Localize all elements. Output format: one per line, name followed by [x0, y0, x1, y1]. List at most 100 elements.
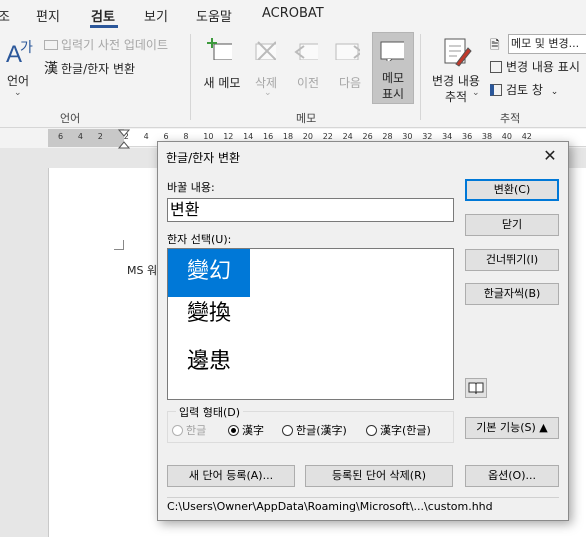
char-by-char-button[interactable]: 한글자씩(B) — [465, 283, 559, 305]
radio-hanja[interactable]: 漢字 — [228, 422, 264, 438]
language-group-label: 언어 — [60, 112, 81, 125]
indent-marker-icon[interactable] — [118, 129, 130, 149]
ruler-number: 18 — [282, 132, 294, 141]
track-changes-label-line1: 변경 내용 — [432, 74, 480, 88]
document-text[interactable]: MS 워 — [127, 262, 157, 278]
svg-text:가: 가 — [20, 40, 33, 56]
delete-word-button[interactable]: 등록된 단어 삭제(R) — [305, 465, 453, 487]
hanja-option[interactable]: 邊患 — [168, 339, 250, 387]
tab-view[interactable]: 보기 — [144, 6, 168, 25]
tab-mailings-partial[interactable]: 조 — [0, 6, 10, 25]
tracking-group-label: 추적 — [500, 112, 521, 125]
ribbon-tab-bar: 조 편지 검토 보기 도움말 ACROBAT — [0, 0, 586, 30]
radio-circle — [172, 425, 183, 436]
ruler-number: 32 — [422, 132, 433, 141]
memo-group-label: 메모 — [296, 112, 317, 125]
chevron-down-icon: ⌄ — [472, 88, 480, 98]
dictionary-button[interactable] — [465, 378, 487, 398]
show-markup-button[interactable]: 변경 내용 표시 — [490, 58, 580, 75]
book-icon — [468, 382, 484, 395]
track-changes-icon — [444, 38, 472, 67]
radio-hangul[interactable]: 한글 — [172, 422, 206, 438]
ruler-number: 38 — [481, 132, 493, 141]
basic-features-button[interactable]: 기본 기능(S) ▲ — [465, 417, 559, 439]
radio-hangul-hanja[interactable]: 한글(漢字) — [282, 422, 347, 438]
ruler-number: 8 — [183, 132, 189, 141]
show-memo-button[interactable]: 메모 표시 — [372, 32, 414, 104]
next-memo-label: 다음 — [338, 76, 362, 90]
markup-select[interactable]: 🗎 메모 및 변경... — [490, 34, 586, 54]
tab-help[interactable]: 도움말 — [196, 6, 232, 25]
dialog-title: 한글/한자 변환 — [166, 151, 241, 165]
hanja-icon: 漢 — [44, 61, 58, 77]
hangul-hanja-button[interactable]: 漢 한글/한자 변환 — [44, 58, 135, 78]
group-divider — [190, 34, 191, 120]
close-button[interactable]: 닫기 — [465, 214, 559, 236]
tab-acrobat[interactable]: ACROBAT — [262, 6, 324, 21]
review-pane-icon — [490, 84, 502, 96]
new-memo-label: 새 메모 — [203, 76, 241, 90]
dictionary-path: C:\Users\Owner\AppData\Roaming\Microsoft… — [167, 497, 559, 515]
radio-hanja-hangul[interactable]: 漢字(한글) — [366, 422, 431, 438]
options-button[interactable]: 옵션(O)... — [465, 465, 559, 487]
dictionary-update-icon — [44, 40, 58, 50]
hangul-hanja-dialog: 한글/한자 변환 ✕ 바꿀 내용: 변환 한자 선택(U): 變幻 變換 邊患 … — [157, 141, 569, 521]
ruler-number: 12 — [223, 132, 234, 141]
radio-dot — [231, 428, 236, 433]
new-comment-icon — [207, 38, 232, 60]
delete-memo-button[interactable]: 삭제 ⌄ — [246, 34, 286, 104]
ruler-number: 6 — [58, 132, 64, 141]
previous-memo-label: 이전 — [296, 76, 320, 90]
new-word-button[interactable]: 새 단어 등록(A)... — [167, 465, 295, 487]
input-form-label: 입력 형태(D) — [176, 404, 244, 420]
radio-circle — [282, 425, 293, 436]
show-markup-icon — [490, 61, 502, 73]
ruler-number: 4 — [143, 132, 149, 141]
ruler-number: 42 — [521, 132, 532, 141]
ruler-number: 16 — [263, 132, 274, 141]
replace-input[interactable]: 변환 — [167, 198, 454, 222]
show-memo-label-line2: 표시 — [381, 87, 405, 101]
ruler-number: 20 — [302, 132, 313, 141]
group-divider — [420, 34, 421, 120]
ruler-number: 40 — [501, 132, 512, 141]
ruler-number: 10 — [203, 132, 214, 141]
ruler-number: 34 — [442, 132, 453, 141]
previous-comment-icon — [294, 43, 318, 60]
skip-button[interactable]: 건너뛰기(I) — [465, 249, 559, 271]
chevron-down-icon: ⌄ — [264, 88, 272, 98]
ruler-number: 6 — [163, 132, 169, 141]
ruler-number: 28 — [382, 132, 393, 141]
hanja-option[interactable]: 變換 — [168, 291, 250, 339]
update-ime-button[interactable]: 입력기 사전 업데이트 — [44, 36, 168, 53]
hanja-listbox[interactable]: 變幻 變換 邊患 — [167, 248, 454, 400]
ruler-number: 14 — [243, 132, 254, 141]
hanja-option[interactable]: 變幻 — [168, 249, 250, 297]
language-button[interactable]: A 가 언어 ⌄ — [2, 34, 34, 104]
tab-review[interactable]: 검토 — [91, 6, 115, 25]
markup-icon: 🗎 — [490, 38, 500, 52]
convert-button[interactable]: 변환(C) — [465, 179, 559, 201]
radio-circle — [366, 425, 377, 436]
ruler-number: 26 — [362, 132, 373, 141]
ruler-number: 4 — [77, 132, 83, 141]
ruler-number: 24 — [342, 132, 353, 141]
input-form-group: 입력 형태(D) 한글 漢字 한글(漢字) 漢字(한글) — [167, 404, 454, 443]
new-memo-button[interactable]: 새 메모 — [202, 34, 242, 104]
next-memo-button[interactable]: 다음 — [330, 34, 370, 104]
margin-corner-mark — [114, 240, 124, 250]
ruler-number: 36 — [462, 132, 473, 141]
show-comments-icon — [380, 41, 404, 61]
language-button-label: 언어 — [6, 74, 30, 88]
tab-mailings[interactable]: 편지 — [36, 6, 60, 25]
previous-memo-button[interactable]: 이전 — [288, 34, 328, 104]
ruler-number: 22 — [322, 132, 333, 141]
language-icon: A 가 — [6, 40, 33, 66]
ruler-number: 30 — [402, 132, 413, 141]
next-comment-icon — [335, 43, 360, 60]
close-icon[interactable]: ✕ — [538, 145, 562, 167]
delete-comment-icon — [255, 41, 276, 60]
ruler-number: 2 — [97, 132, 103, 141]
review-pane-button[interactable]: 검토 창 ⌄ — [490, 81, 558, 98]
hanja-select-label: 한자 선택(U): — [167, 233, 232, 246]
